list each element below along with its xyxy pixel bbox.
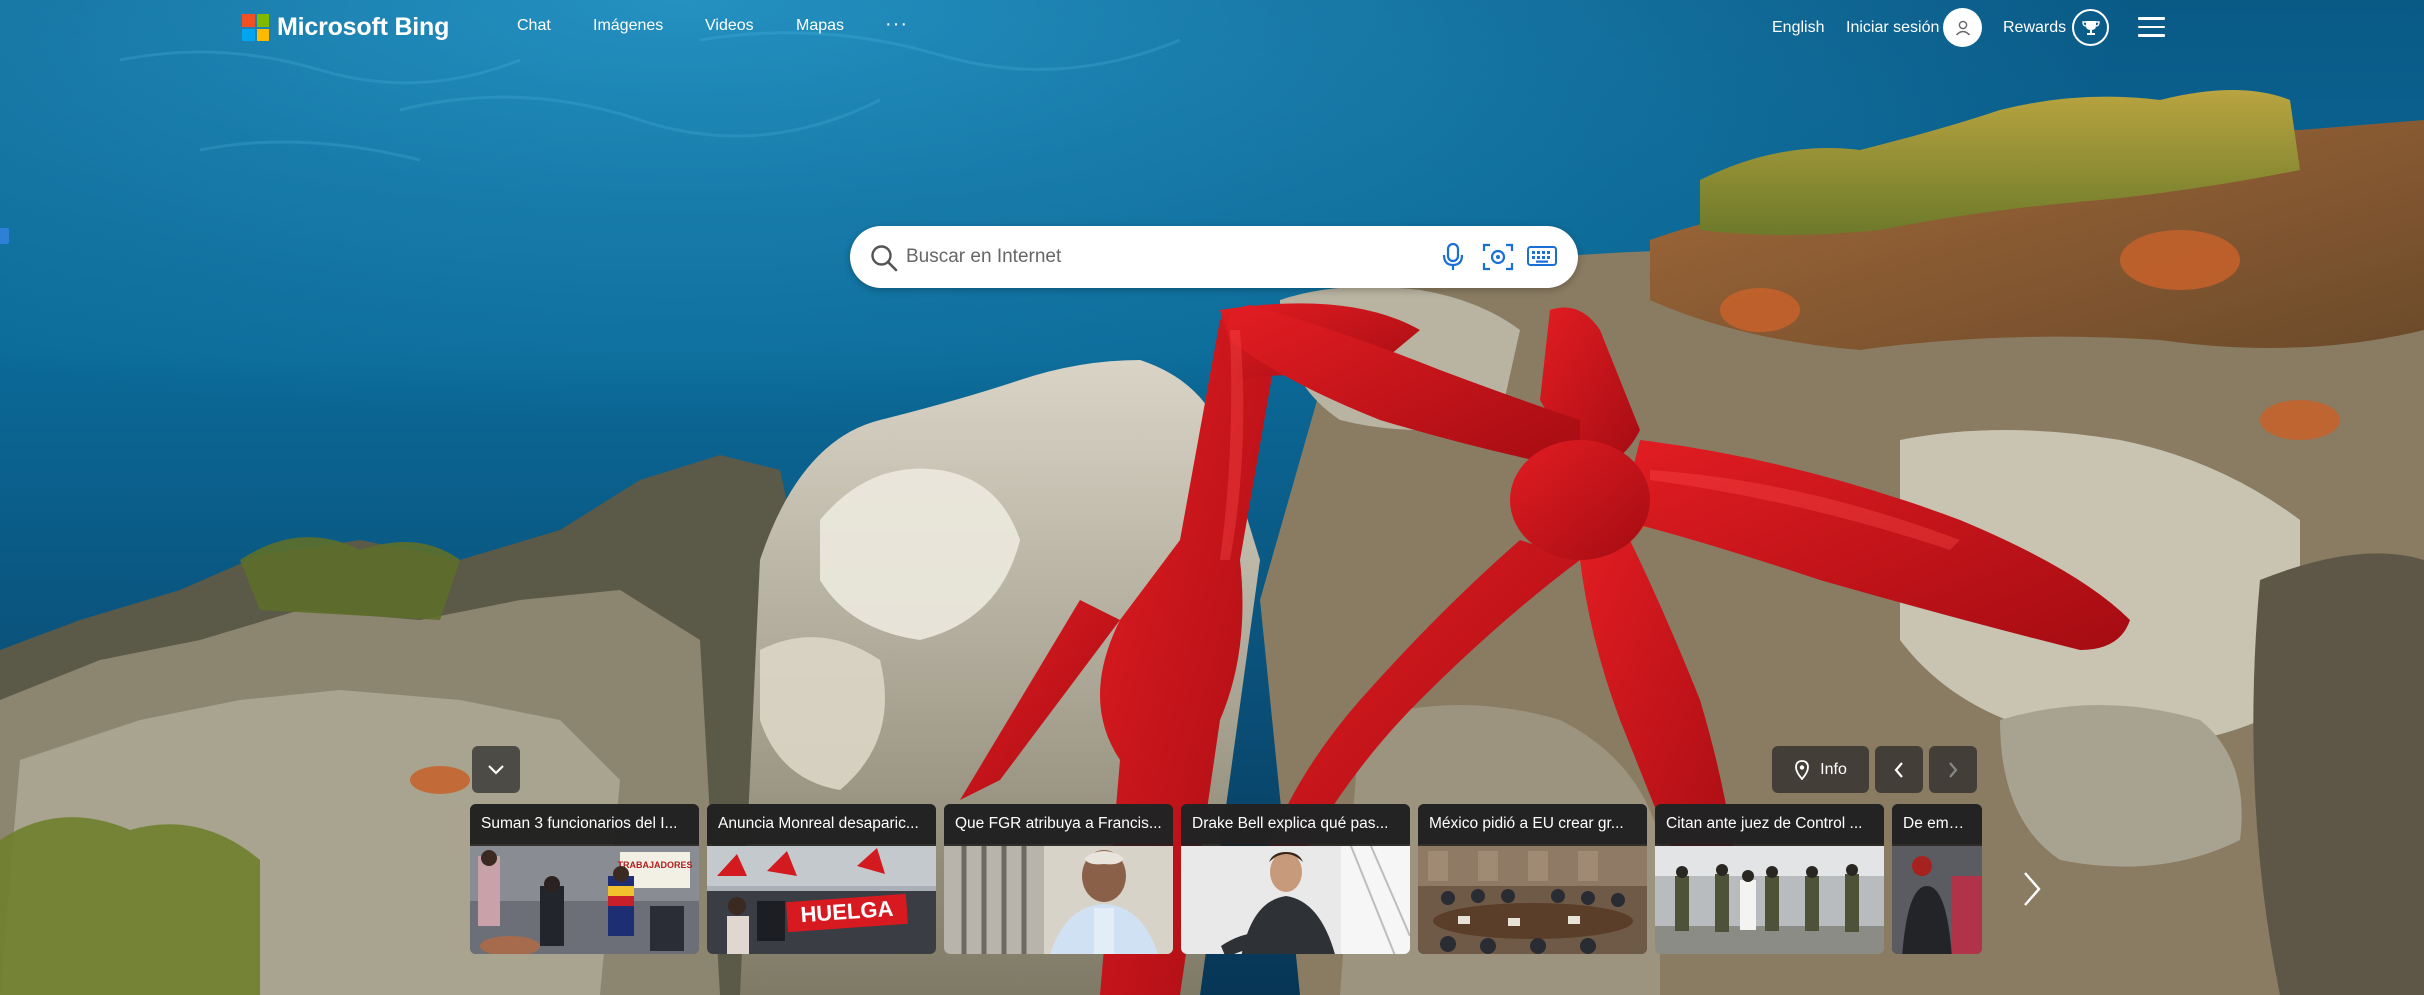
- nav-item-images[interactable]: Imágenes: [593, 17, 663, 35]
- user-avatar-icon[interactable]: [1943, 8, 1982, 47]
- next-image-button[interactable]: [1929, 746, 1977, 793]
- microsoft-logo-icon: [242, 14, 269, 41]
- chevron-right-icon: [1949, 761, 1958, 778]
- brand-name: Microsoft Bing: [277, 13, 450, 41]
- news-card[interactable]: Citan ante juez de Control ...: [1655, 804, 1884, 954]
- sign-in-link[interactable]: Iniciar sesión: [1846, 19, 1939, 37]
- hamburger-menu-icon[interactable]: [2138, 17, 2165, 37]
- nav-item-chat[interactable]: Chat: [517, 17, 551, 35]
- news-card-thumbnail: HUELGA: [707, 846, 936, 954]
- news-card[interactable]: Que FGR atribuya a Francis...: [944, 804, 1173, 954]
- news-card-title: Anuncia Monreal desaparic...: [707, 804, 936, 844]
- news-card-title: México pidió a EU crear gr...: [1418, 804, 1647, 844]
- news-card[interactable]: De emplea: [1892, 804, 1982, 954]
- visual-search-icon[interactable]: [1482, 242, 1514, 272]
- news-card-thumbnail: [1655, 846, 1884, 954]
- more-menu-button[interactable]: ···: [885, 13, 908, 36]
- news-card[interactable]: Anuncia Monreal desaparic... HUELGA: [707, 804, 936, 954]
- news-card-title: Que FGR atribuya a Francis...: [944, 804, 1173, 844]
- collapse-feed-button[interactable]: [472, 746, 520, 793]
- nav-item-videos[interactable]: Videos: [705, 17, 754, 35]
- chevron-down-icon: [488, 764, 504, 775]
- info-label: Info: [1820, 760, 1847, 778]
- news-card-title: Citan ante juez de Control ...: [1655, 804, 1884, 844]
- news-card-title: De emplea: [1892, 804, 1982, 844]
- keyboard-icon[interactable]: [1527, 245, 1557, 267]
- microphone-icon[interactable]: [1440, 242, 1466, 272]
- rewards-label[interactable]: Rewards: [2003, 19, 2066, 37]
- search-icon: [871, 245, 898, 272]
- location-pin-icon: [1795, 759, 1810, 780]
- news-card-thumbnail: [1418, 846, 1647, 954]
- chevron-right-icon[interactable]: [2022, 870, 2042, 908]
- news-card-title: Drake Bell explica qué pas...: [1181, 804, 1410, 844]
- nav-item-maps[interactable]: Mapas: [796, 17, 844, 35]
- search-box: [850, 226, 1578, 288]
- news-card[interactable]: México pidió a EU crear gr...: [1418, 804, 1647, 954]
- news-card-thumbnail: TRABAJADORES: [470, 846, 699, 954]
- side-feedback-tab[interactable]: [0, 228, 9, 244]
- rewards-trophy-icon[interactable]: [2072, 9, 2109, 46]
- news-card-thumbnail: [1181, 846, 1410, 954]
- bing-logo[interactable]: Microsoft Bing: [242, 13, 449, 42]
- news-card-title: Suman 3 funcionarios del I...: [470, 804, 699, 844]
- chevron-left-icon: [1894, 761, 1903, 778]
- news-card-thumbnail: [1892, 846, 1982, 954]
- news-card[interactable]: Drake Bell explica qué pas...: [1181, 804, 1410, 954]
- search-input[interactable]: [906, 240, 1456, 274]
- language-link[interactable]: English: [1772, 19, 1824, 37]
- previous-image-button[interactable]: [1875, 746, 1923, 793]
- news-card-thumbnail: [944, 846, 1173, 954]
- image-info-button[interactable]: Info: [1772, 746, 1869, 793]
- news-card[interactable]: Suman 3 funcionarios del I... TRABAJADOR…: [470, 804, 699, 954]
- top-header: Microsoft Bing Chat Imágenes Videos Mapa…: [0, 0, 2424, 56]
- thumb-sign-text: TRABAJADORES: [617, 860, 692, 870]
- news-carousel: Suman 3 funcionarios del I... TRABAJADOR…: [470, 804, 1982, 954]
